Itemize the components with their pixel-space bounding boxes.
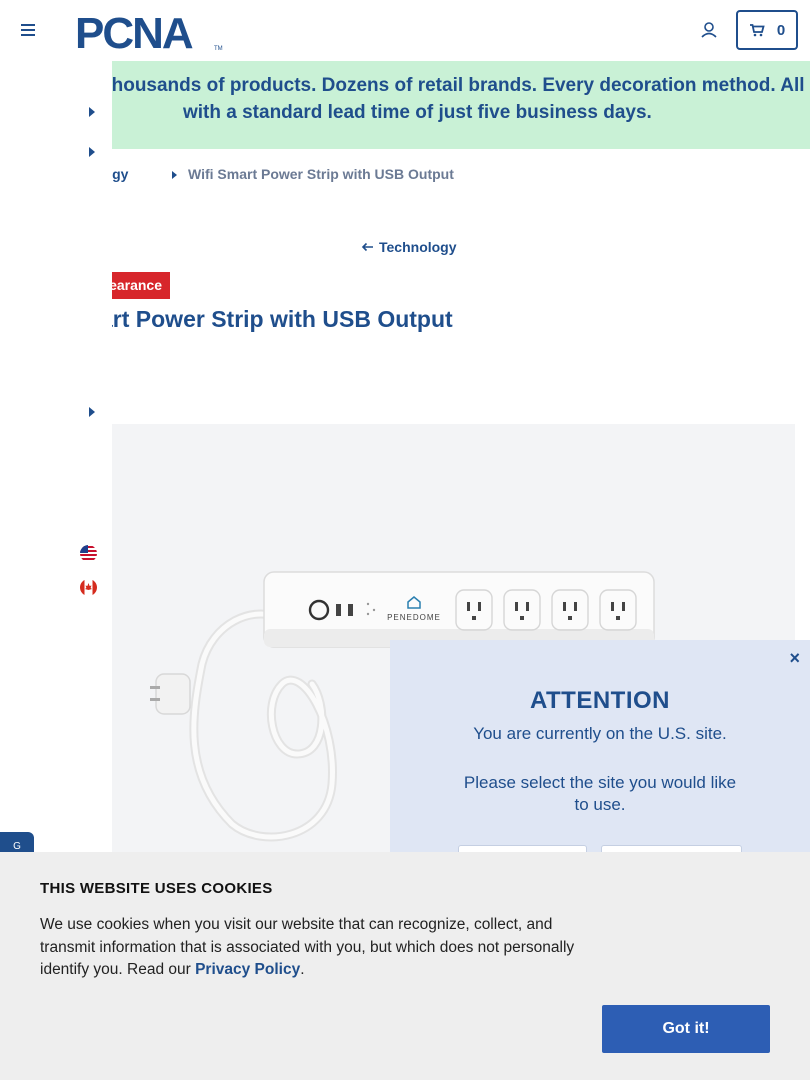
side-nav-caret-icon[interactable] bbox=[89, 107, 95, 117]
modal-subtitle: You are currently on the U.S. site. bbox=[473, 724, 727, 743]
breadcrumb: nnology Wifi Smart Power Strip with USB … bbox=[0, 166, 810, 186]
cookie-text: We use cookies when you visit our websit… bbox=[40, 914, 605, 982]
modal-close-icon[interactable]: × bbox=[789, 648, 800, 669]
promo-banner: Thousands of products. Dozens of retail … bbox=[0, 61, 810, 149]
side-nav-caret-icon[interactable] bbox=[89, 147, 95, 157]
privacy-policy-link[interactable]: Privacy Policy bbox=[195, 961, 300, 978]
back-to-category-link[interactable]: Technology bbox=[361, 239, 457, 255]
breadcrumb-current: Wifi Smart Power Strip with USB Output bbox=[188, 166, 454, 182]
breadcrumb-separator-icon bbox=[172, 171, 177, 179]
cart-icon bbox=[749, 24, 765, 37]
pcna-logo[interactable]: PCNA TM bbox=[75, 10, 225, 52]
cart-button[interactable]: 0 bbox=[736, 10, 798, 50]
modal-message: Please select the site you would like to… bbox=[463, 773, 737, 814]
side-nav-strip bbox=[0, 61, 112, 841]
logo-text: PCNA bbox=[75, 10, 193, 52]
cookie-title: THIS WEBSITE USES COOKIES bbox=[40, 880, 273, 897]
canada-flag-icon[interactable] bbox=[80, 579, 97, 596]
back-link-label: Technology bbox=[379, 239, 457, 255]
page: PCNA TM 0 Thousands of products. Dozens … bbox=[0, 0, 810, 1080]
banner-line-1: Thousands of products. Dozens of retail … bbox=[100, 75, 805, 96]
side-nav-caret-icon[interactable] bbox=[89, 407, 95, 417]
menu-icon[interactable] bbox=[20, 22, 36, 38]
site-header: PCNA TM 0 bbox=[0, 0, 810, 60]
cookie-accept-button[interactable]: Got it! bbox=[602, 1005, 770, 1053]
arrow-left-icon bbox=[361, 242, 373, 252]
cookie-text-end: . bbox=[300, 961, 305, 978]
svg-text:TM: TM bbox=[214, 46, 223, 52]
cookie-banner: THIS WEBSITE USES COOKIES We use cookies… bbox=[0, 852, 810, 1080]
product-brand-text: PENEDOME bbox=[387, 613, 441, 622]
banner-line-2: with a standard lead time of just five b… bbox=[183, 102, 652, 123]
cart-count: 0 bbox=[776, 21, 786, 39]
product-title-text: art Power Strip with USB Output bbox=[100, 306, 453, 332]
account-icon[interactable] bbox=[698, 19, 720, 41]
us-flag-icon[interactable] bbox=[80, 545, 97, 562]
cookie-text-body: We use cookies when you visit our websit… bbox=[40, 916, 575, 978]
modal-title: ATTENTION bbox=[529, 687, 671, 714]
